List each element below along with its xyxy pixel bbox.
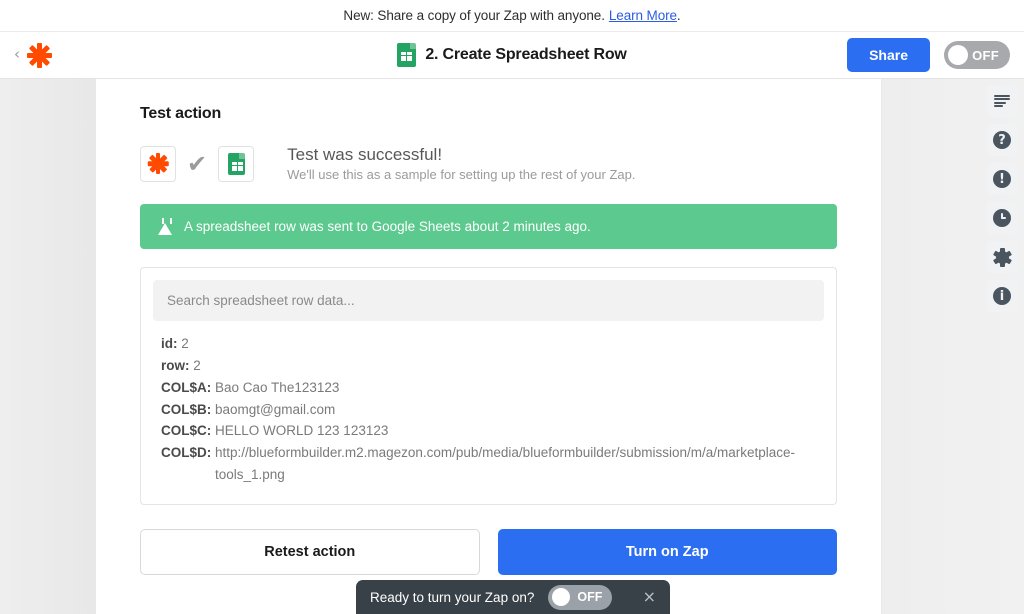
toggle-knob [948, 45, 968, 65]
left-gutter [0, 79, 96, 614]
success-alert-banner: A spreadsheet row was sent to Google She… [140, 204, 837, 249]
retest-action-button[interactable]: Retest action [140, 529, 480, 575]
turn-on-zap-toast: Ready to turn your Zap on? OFF × [356, 580, 670, 614]
learn-more-link[interactable]: Learn More [609, 8, 677, 23]
info-icon: i [993, 287, 1011, 305]
data-row: COL$D: http://blueformbuilder.m2.magezon… [161, 442, 816, 486]
check-icon: ✔ [187, 152, 207, 176]
data-value: http://blueformbuilder.m2.magezon.com/pu… [215, 445, 795, 482]
page-body: Test action ✔ Test was successful! We'll… [0, 79, 1024, 614]
zapier-logo-icon[interactable] [26, 42, 52, 68]
header-actions: Share OFF [847, 38, 1010, 72]
info-icon-button[interactable]: i [986, 280, 1018, 312]
google-sheets-app-icon [218, 146, 254, 182]
test-status-row: ✔ Test was successful! We'll use this as… [140, 145, 837, 182]
data-key: COL$B: [161, 402, 211, 417]
data-key: id: [161, 336, 178, 351]
data-row: id: 2 [161, 333, 816, 355]
data-row: COL$C: HELLO WORLD 123 123123 [161, 420, 816, 442]
flask-icon [158, 218, 172, 235]
section-title: Test action [140, 105, 837, 123]
data-key: COL$C: [161, 423, 211, 438]
share-button[interactable]: Share [847, 38, 930, 72]
success-alert-message: A spreadsheet row was sent to Google She… [184, 219, 591, 234]
data-key: row: [161, 358, 190, 373]
data-key: COL$A: [161, 380, 211, 395]
data-row: COL$A: Bao Cao The123123 [161, 377, 816, 399]
zapier-app-icon [140, 146, 176, 182]
settings-gear-icon-button[interactable] [986, 241, 1018, 273]
data-key: COL$D: [161, 445, 211, 460]
test-status-text: Test was successful! We'll use this as a… [287, 145, 635, 182]
data-value: HELLO WORLD 123 123123 [215, 423, 388, 438]
google-sheets-icon [397, 43, 416, 67]
activity-lines-icon-button[interactable] [986, 85, 1018, 117]
settings-gear-icon [993, 248, 1012, 267]
back-button[interactable]: ‹ [12, 45, 26, 66]
close-icon[interactable]: × [643, 589, 656, 605]
help-question-icon: ? [993, 131, 1011, 149]
search-input[interactable] [153, 280, 824, 321]
history-clock-icon [993, 209, 1011, 227]
data-row: COL$B: baomgt@gmail.com [161, 399, 816, 421]
turn-on-zap-button[interactable]: Turn on Zap [498, 529, 838, 575]
toast-toggle-state-label: OFF [577, 590, 602, 604]
toggle-state-label: OFF [972, 48, 999, 63]
announcement-trailing: . [677, 8, 681, 23]
data-value: baomgt@gmail.com [215, 402, 335, 417]
right-rail: ? ! i [986, 85, 1018, 312]
history-clock-icon-button[interactable] [986, 202, 1018, 234]
zap-on-off-toggle[interactable]: OFF [944, 41, 1010, 69]
alert-exclamation-icon: ! [993, 170, 1011, 188]
toast-zap-toggle[interactable]: OFF [548, 585, 612, 610]
test-success-headline: Test was successful! [287, 145, 635, 165]
app-header: ‹ 2. Create Spreadsheet Row Share OFF [0, 32, 1024, 79]
test-action-panel: Test action ✔ Test was successful! We'll… [96, 79, 882, 614]
data-value: 2 [193, 358, 201, 373]
toast-toggle-knob [552, 588, 570, 606]
data-value: Bao Cao The123123 [215, 380, 339, 395]
data-row: row: 2 [161, 355, 816, 377]
alert-exclamation-icon-button[interactable]: ! [986, 163, 1018, 195]
right-gutter: ? ! i [882, 79, 1024, 614]
spreadsheet-data-panel: id: 2 row: 2 COL$A: Bao Cao The123123 CO… [140, 267, 837, 505]
announcement-text: New: Share a copy of your Zap with anyon… [343, 8, 604, 23]
activity-lines-icon [994, 95, 1010, 107]
action-buttons: Retest action Turn on Zap [140, 529, 837, 575]
data-field-list: id: 2 row: 2 COL$A: Bao Cao The123123 CO… [153, 329, 824, 492]
data-value: 2 [181, 336, 189, 351]
page-title: 2. Create Spreadsheet Row [425, 46, 626, 64]
announcement-bar: New: Share a copy of your Zap with anyon… [0, 0, 1024, 32]
test-success-subtext: We'll use this as a sample for setting u… [287, 167, 635, 182]
help-question-icon-button[interactable]: ? [986, 124, 1018, 156]
toast-message: Ready to turn your Zap on? [370, 590, 534, 605]
